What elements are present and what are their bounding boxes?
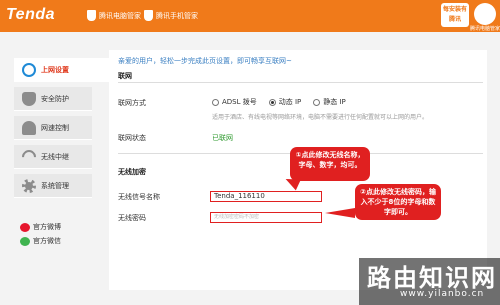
speed-icon [22, 120, 36, 135]
tenda-logo: Tenda [6, 6, 56, 23]
callout-ssid: ①点此修改无线名称，字母、数字，均可。 [290, 147, 370, 181]
sidebar-item-label: 安全防护 [41, 94, 69, 103]
radio-circle [313, 98, 321, 106]
sidebar-item-security[interactable]: 安全防护 [14, 87, 92, 111]
radio-circle-selected [268, 98, 276, 106]
ssid-input[interactable]: Tenda_116110 [210, 191, 322, 202]
divider [118, 82, 483, 83]
wechat-icon [20, 236, 30, 246]
weibo-icon [20, 222, 30, 232]
watermark-url: www.yilanbo.cn [400, 289, 485, 299]
wechat-link[interactable]: 官方微信 [20, 236, 61, 246]
phone-manager-link[interactable]: 腾讯手机管家 [144, 10, 198, 21]
ssid-label: 无线信号名称 [118, 193, 160, 201]
intro-text: 亲爱的用户，轻松一步完成此页设置，即可畅享互联网~ [118, 57, 292, 65]
conn-type-radios: ADSL 拨号 动态 IP 静态 IP [212, 97, 346, 107]
pc-manager-label: 腾讯电脑管家 [99, 11, 141, 20]
sidebar-item-label: 网速控制 [41, 123, 69, 132]
watermark-title: 路由知识网 [367, 264, 497, 292]
shield-icon [22, 91, 36, 106]
radio-adsl[interactable]: ADSL 拨号 [212, 97, 257, 107]
conn-type-label: 联网方式 [118, 99, 146, 107]
shield-icon [144, 10, 153, 21]
wechat-label: 官方微信 [33, 237, 61, 245]
conn-status-label: 联网状态 [118, 134, 146, 142]
gear-icon [22, 178, 36, 193]
phone-manager-label: 腾讯手机管家 [156, 11, 198, 20]
brand-circle-label: 腾讯电脑管家 [470, 26, 500, 32]
sidebar-item-speed[interactable]: 网速控制 [14, 116, 92, 140]
radio-dynamic-ip[interactable]: 动态 IP [268, 97, 302, 107]
pc-manager-link[interactable]: 腾讯电脑管家 [87, 10, 141, 21]
password-label: 无线密码 [118, 214, 146, 222]
radio-label: 静态 IP [323, 98, 346, 106]
network-section-title: 联网 [118, 72, 132, 80]
sidebar: 上网设置 安全防护 网速控制 无线中继 系统管理 官方微博 官方微信 [0, 50, 109, 265]
ie-icon [22, 62, 36, 77]
conn-hint: 适用于酒店、有线电视等网络环境，电脑不需要进行任何配置就可以上网的用户。 [212, 114, 429, 121]
wireless-section-title: 无线加密 [118, 168, 146, 176]
password-input[interactable]: 无线加密密码不加密 [210, 212, 322, 223]
sidebar-item-label: 无线中继 [41, 152, 69, 161]
weibo-link[interactable]: 官方微博 [20, 222, 61, 232]
install-badge[interactable]: 每安装有腾讯 [441, 3, 469, 27]
sidebar-item-system[interactable]: 系统管理 [14, 174, 92, 198]
brand-circle-icon [474, 3, 496, 25]
weibo-label: 官方微博 [33, 223, 61, 231]
callout-password: ②点此修改无线密码，输入不少于8位的字母和数字即可。 [355, 184, 441, 220]
sidebar-item-label: 系统管理 [41, 181, 69, 190]
radio-label: 动态 IP [278, 98, 302, 106]
callout-pointer [325, 208, 355, 218]
radio-circle [212, 98, 219, 106]
sidebar-item-repeater[interactable]: 无线中继 [14, 145, 92, 169]
conn-status-value: 已联网 [212, 134, 233, 142]
top-header: Tenda 腾讯电脑管家 腾讯手机管家 每安装有腾讯 腾讯电脑管家 [0, 0, 500, 32]
sidebar-item-label: 上网设置 [41, 65, 69, 74]
shield-icon [87, 10, 96, 21]
wifi-icon [19, 146, 39, 167]
sidebar-item-internet[interactable]: 上网设置 [14, 58, 109, 82]
radio-static-ip[interactable]: 静态 IP [313, 97, 346, 107]
radio-label: ADSL 拨号 [222, 98, 257, 106]
